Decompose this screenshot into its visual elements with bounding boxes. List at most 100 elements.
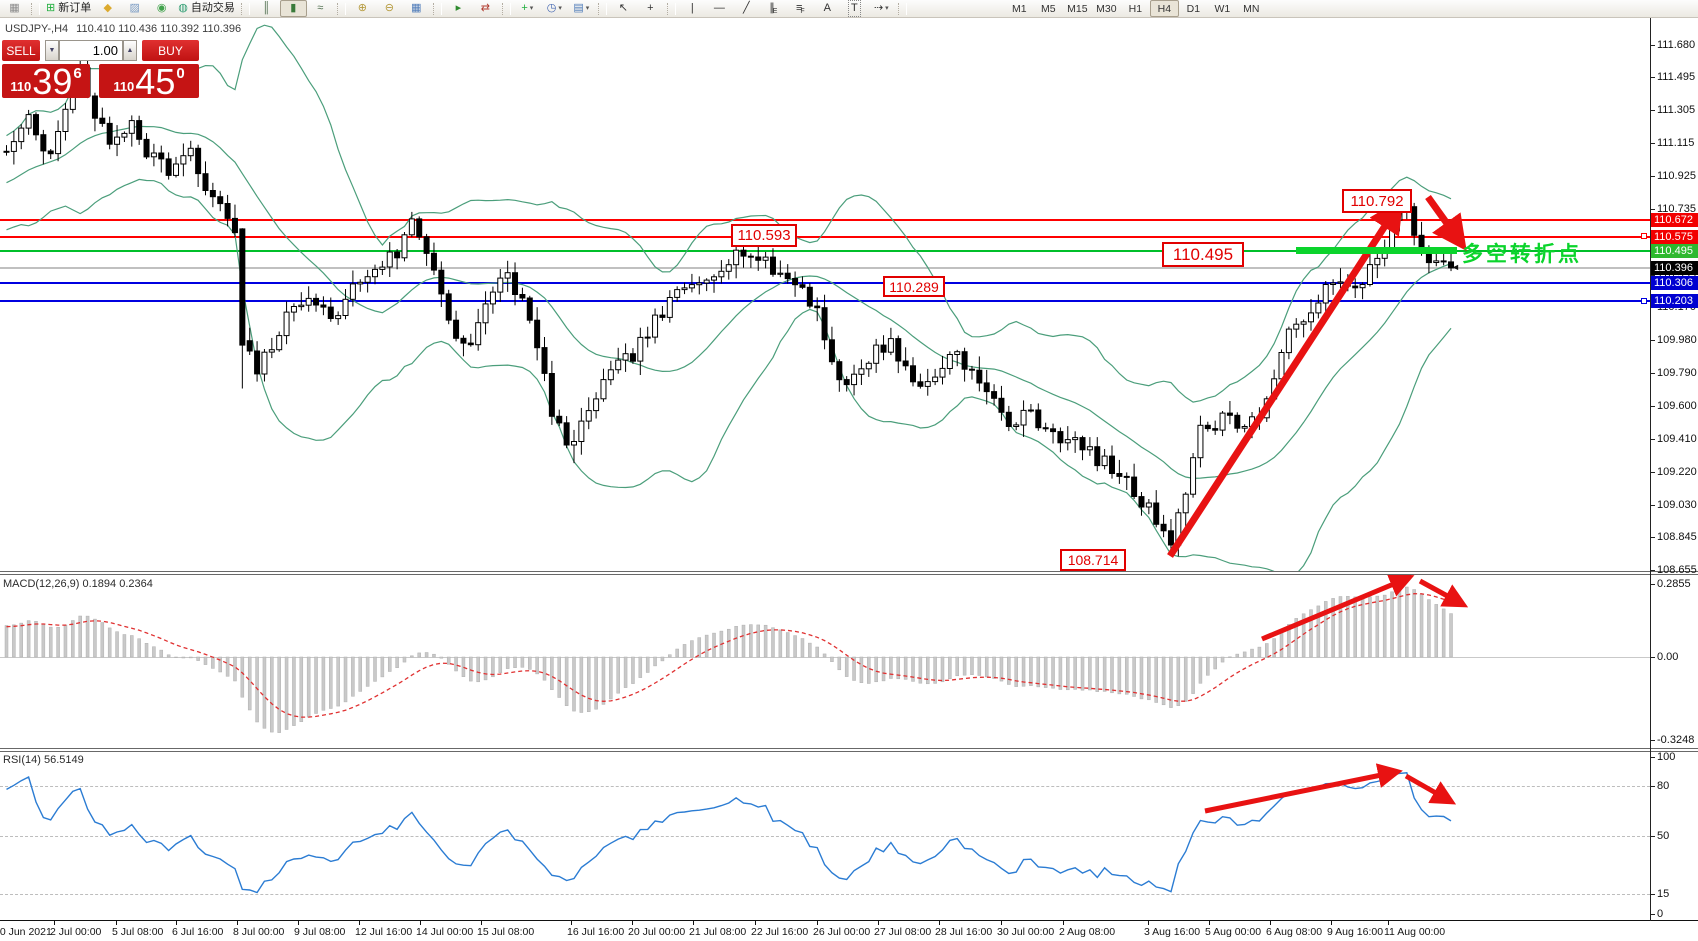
- auto-trading-button[interactable]: ◍自动交易: [175, 0, 238, 17]
- level-line-110.575: [0, 236, 1650, 238]
- bar-chart-button[interactable]: ║: [253, 0, 280, 17]
- rsi-indicator-label: RSI(14) 56.5149: [3, 754, 84, 766]
- time-axis-tick: [481, 921, 482, 925]
- main-toolbar: ▦⊞新订单◆▨◉◍自动交易║▮≈⊕⊖▦▸⇄+▾◷▾▤▾↖+|—╱∥E≡FAT⇢▾…: [0, 0, 1698, 18]
- pivot-note-text[interactable]: 多空转折点: [1462, 238, 1582, 268]
- sell-price-main: 39: [32, 67, 72, 97]
- indicator-axis-tick: [1650, 657, 1655, 658]
- cursor-button[interactable]: ↖: [610, 0, 637, 17]
- price-axis-label: 111.680: [1657, 39, 1695, 51]
- price-axis-label: 109.980: [1657, 334, 1697, 346]
- chart-symbol-header: USDJPY-,H4110.410 110.436 110.392 110.39…: [5, 23, 241, 35]
- mt4-window: ▦⊞新订单◆▨◉◍自动交易║▮≈⊕⊖▦▸⇄+▾◷▾▤▾↖+|—╱∥E≡FAT⇢▾…: [0, 0, 1698, 941]
- time-axis-label: 16 Jul 16:00: [567, 926, 624, 938]
- timeframe-button-MN[interactable]: MN: [1237, 0, 1266, 17]
- indicator-axis-label: 50: [1657, 830, 1669, 842]
- rsi-level-line: [0, 836, 1650, 837]
- text-label-button[interactable]: T: [841, 0, 868, 17]
- price-axis-label: 109.790: [1657, 367, 1697, 379]
- text-button[interactable]: A: [814, 0, 841, 17]
- timeframe-button-M5[interactable]: M5: [1034, 0, 1063, 17]
- time-axis-label: 9 Aug 16:00: [1327, 926, 1383, 938]
- indicator-axis-label: 0.2855: [1657, 578, 1691, 590]
- indicator-axis-tick: [1650, 757, 1655, 758]
- toolbar-separator: [433, 3, 442, 15]
- chart-shift-button[interactable]: ⇄: [472, 0, 499, 17]
- pane-separator[interactable]: [0, 748, 1698, 752]
- price-axis-label: 109.030: [1657, 499, 1697, 511]
- zoom-in-button[interactable]: ⊕: [349, 0, 376, 17]
- templates-button[interactable]: ▤▾: [568, 0, 595, 17]
- market-depth-button[interactable]: ▨: [121, 0, 148, 17]
- buy-price-display[interactable]: 110 45 0: [99, 64, 199, 98]
- periods-button[interactable]: ◷▾: [541, 0, 568, 17]
- sell-button[interactable]: SELL: [2, 40, 40, 61]
- toolbar-separator: [337, 3, 346, 15]
- vertical-line-button[interactable]: |: [679, 0, 706, 17]
- timeframe-button-D1[interactable]: D1: [1179, 0, 1208, 17]
- line-handle-marker[interactable]: [1641, 233, 1647, 239]
- new-order-button[interactable]: ⊞新订单: [43, 0, 94, 17]
- line-chart-button[interactable]: ≈: [307, 0, 334, 17]
- price-callout-110.593[interactable]: 110.593: [731, 224, 797, 247]
- arrows-tool-button[interactable]: ⇢▾: [868, 0, 895, 17]
- chart-plot[interactable]: [0, 0, 1698, 941]
- candlestick-chart-button[interactable]: ▮: [280, 0, 307, 17]
- volume-decrease-button[interactable]: ▼: [45, 40, 59, 61]
- crosshair-button[interactable]: +: [637, 0, 664, 17]
- horizontal-line-button[interactable]: —: [706, 0, 733, 17]
- buy-price-prefix: 110: [113, 79, 134, 94]
- fibonacci-button[interactable]: ≡F: [787, 0, 814, 17]
- indicators-button[interactable]: +▾: [514, 0, 541, 17]
- chart-window-button[interactable]: ▦: [1, 0, 28, 17]
- time-axis-tick: [755, 921, 756, 925]
- indicator-axis-label: 0.00: [1657, 651, 1678, 663]
- price-callout-110.289[interactable]: 110.289: [883, 276, 945, 297]
- price-axis-tick: [1650, 505, 1655, 506]
- time-axis-tick: [1148, 921, 1149, 925]
- price-tag-110.306: 110.306: [1651, 276, 1698, 290]
- buy-price-main: 45: [135, 67, 175, 97]
- price-callout-110.495[interactable]: 110.495: [1162, 242, 1244, 267]
- timeframe-button-M15[interactable]: M15: [1063, 0, 1092, 17]
- equidistant-channel-button[interactable]: ∥E: [760, 0, 787, 17]
- price-axis-tick: [1650, 537, 1655, 538]
- rsi-value: 56.5149: [44, 754, 84, 766]
- toolbar-separator: [898, 3, 907, 15]
- time-axis-label: 21 Jul 08:00: [689, 926, 746, 938]
- timeframe-button-M30[interactable]: M30: [1092, 0, 1121, 17]
- pane-separator[interactable]: [0, 571, 1698, 575]
- tile-windows-button[interactable]: ▦: [403, 0, 430, 17]
- macd-zero-line: [0, 657, 1650, 658]
- price-callout-110.792[interactable]: 110.792: [1342, 189, 1412, 213]
- level-line-110.396: [0, 267, 1650, 269]
- timeframe-button-H1[interactable]: H1: [1121, 0, 1150, 17]
- price-axis-tick: [1650, 45, 1655, 46]
- time-axis-tick: [298, 921, 299, 925]
- styler-button[interactable]: ◆: [94, 0, 121, 17]
- timeframe-button-W1[interactable]: W1: [1208, 0, 1237, 17]
- zoom-out-button[interactable]: ⊖: [376, 0, 403, 17]
- price-callout-108.714[interactable]: 108.714: [1060, 549, 1126, 571]
- sell-price-display[interactable]: 110 39 6: [2, 64, 90, 98]
- indicator-axis-label: 80: [1657, 780, 1669, 792]
- pivot-highlight-bar[interactable]: [1296, 247, 1457, 254]
- time-axis-tick: [693, 921, 694, 925]
- level-line-110.306: [0, 282, 1650, 284]
- volume-increase-button[interactable]: ▲: [123, 40, 137, 61]
- time-axis-label: 5 Jul 08:00: [112, 926, 163, 938]
- last-price-marker: ◄: [1451, 262, 1460, 272]
- indicator-axis-tick: [1650, 740, 1655, 741]
- timeframe-button-H4[interactable]: H4: [1150, 0, 1179, 17]
- time-axis-tick: [1001, 921, 1002, 925]
- auto-scroll-button[interactable]: ▸: [445, 0, 472, 17]
- volume-input[interactable]: [59, 40, 123, 61]
- buy-button[interactable]: BUY: [142, 40, 199, 61]
- time-axis-label: 14 Jul 00:00: [416, 926, 473, 938]
- timeframe-button-M1[interactable]: M1: [1005, 0, 1034, 17]
- indicator-axis-label: 15: [1657, 888, 1669, 900]
- trendline-button[interactable]: ╱: [733, 0, 760, 17]
- line-handle-marker[interactable]: [1641, 298, 1647, 304]
- price-axis-tick: [1650, 570, 1655, 571]
- signals-button[interactable]: ◉: [148, 0, 175, 17]
